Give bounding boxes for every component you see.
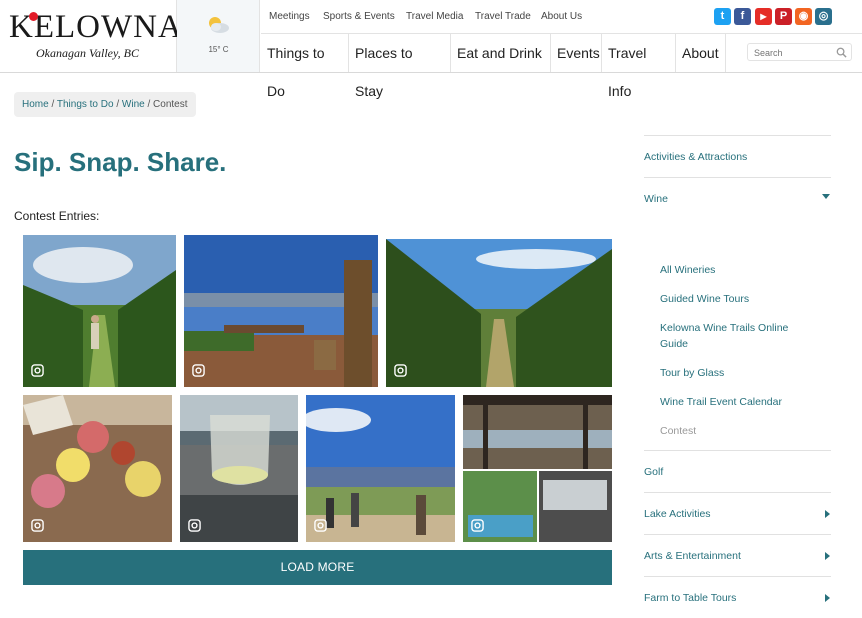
sidebar-nav: Activities & Attractions Wine All Wineri… [644, 135, 831, 618]
sidebar-sub-wine-trails-guide[interactable]: Kelowna Wine Trails Online Guide [660, 320, 810, 352]
contest-entries-label: Contest Entries: [14, 209, 100, 223]
contest-entry-photo[interactable] [180, 395, 298, 542]
utility-nav: Meetings Sports & Events Travel Media Tr… [261, 0, 862, 34]
sidebar-item-arts-entertainment[interactable]: Arts & Entertainment [644, 534, 831, 576]
chevron-right-icon[interactable] [825, 552, 830, 560]
weather-widget: 15° C [177, 0, 260, 72]
vineyard-path-image [23, 235, 176, 387]
sidebar-sub-guided-wine-tours[interactable]: Guided Wine Tours [660, 291, 810, 307]
logo-tagline: Okanagan Valley, BC [36, 46, 139, 60]
lake-patio-image [184, 235, 378, 387]
instagram-icon [31, 519, 44, 532]
partly-cloudy-icon [209, 17, 229, 33]
nav-travel-info[interactable]: Travel Info [602, 34, 676, 99]
sidebar-item-farm-to-table[interactable]: Farm to Table Tours [644, 576, 831, 618]
contest-entry-photo[interactable] [386, 239, 612, 387]
chevron-down-icon[interactable] [822, 194, 830, 199]
breadcrumb-wine[interactable]: Wine [122, 99, 145, 110]
winery-collage-image [463, 395, 612, 542]
breadcrumb-things-to-do[interactable]: Things to Do [57, 99, 114, 110]
sidebar-item-label: Lake Activities [644, 508, 711, 520]
nav-places-to-stay[interactable]: Places to Stay [349, 34, 451, 99]
vineyard-rows-image [386, 239, 612, 387]
breadcrumb-separator: / [147, 99, 151, 110]
nav-things-to-do[interactable]: Things to Do [261, 34, 349, 99]
sidebar-item-label: Activities & Attractions [644, 151, 748, 163]
rss-icon[interactable]: ◉ [795, 8, 812, 25]
twitter-icon[interactable]: t [714, 8, 731, 25]
sidebar-item-lake-activities[interactable]: Lake Activities [644, 492, 831, 534]
main-nav: Things to Do Places to Stay Eat and Drin… [261, 34, 862, 99]
weather-temperature: 15° C [208, 45, 229, 54]
logo-dot-icon [29, 12, 38, 21]
instagram-icon [314, 519, 327, 532]
instagram-icon [192, 364, 205, 377]
load-more-button[interactable]: LOAD MORE [23, 550, 612, 585]
instagram-icon[interactable]: ◎ [815, 8, 832, 25]
page-title: Sip. Snap. Share. [14, 147, 227, 177]
breadcrumb-separator: / [116, 99, 120, 110]
instagram-icon [471, 519, 484, 532]
pinterest-icon[interactable]: P [775, 8, 792, 25]
sidebar-item-label: Wine [644, 193, 668, 205]
search-icon[interactable] [836, 47, 847, 58]
chevron-right-icon[interactable] [825, 510, 830, 518]
lake-view-friends-image [306, 395, 455, 542]
contest-entry-photo[interactable] [463, 395, 612, 542]
sidebar-sub-wine-trail-calendar[interactable]: Wine Trail Event Calendar [660, 394, 810, 410]
sidebar-sub-tour-by-glass[interactable]: Tour by Glass [660, 365, 810, 381]
contest-entry-photo[interactable] [23, 395, 172, 542]
sidebar-item-label: Golf [644, 466, 664, 478]
sidebar-sub-contest: Contest [660, 425, 697, 437]
contest-entry-photo[interactable] [184, 235, 378, 387]
nav-about[interactable]: About [676, 34, 726, 72]
sidebar-item-activities[interactable]: Activities & Attractions [644, 135, 831, 177]
sidebar-item-wine[interactable]: Wine All Wineries Guided Wine Tours Kelo… [644, 177, 831, 437]
instagram-icon [188, 519, 201, 532]
wine-flight-image [23, 395, 172, 542]
search-box [747, 43, 852, 61]
nav-meetings[interactable]: Meetings [269, 11, 310, 22]
sidebar-item-label: Arts & Entertainment [644, 550, 741, 562]
sidebar-item-golf[interactable]: Golf [644, 450, 831, 492]
nav-events[interactable]: Events [551, 34, 602, 72]
nav-sports-events[interactable]: Sports & Events [323, 11, 395, 22]
nav-eat-and-drink[interactable]: Eat and Drink [451, 34, 551, 72]
instagram-icon [31, 364, 44, 377]
nav-travel-trade[interactable]: Travel Trade [475, 11, 531, 22]
nav-about-us[interactable]: About Us [541, 11, 582, 22]
site-logo[interactable]: KELOWNA Okanagan Valley, BC [0, 0, 182, 72]
chevron-right-icon[interactable] [825, 594, 830, 602]
search-input[interactable] [754, 46, 834, 59]
instagram-icon [394, 364, 407, 377]
breadcrumb-separator: / [51, 99, 55, 110]
youtube-icon[interactable]: ▶ [755, 8, 772, 25]
contest-entry-photo[interactable] [23, 235, 176, 387]
breadcrumb-home[interactable]: Home [22, 99, 49, 110]
sidebar-sub-all-wineries[interactable]: All Wineries [660, 262, 810, 278]
contest-entry-photo[interactable] [306, 395, 455, 542]
site-header: KELOWNA Okanagan Valley, BC 15° C Meetin… [0, 0, 862, 99]
facebook-icon[interactable]: f [734, 8, 751, 25]
nav-travel-media[interactable]: Travel Media [406, 11, 463, 22]
breadcrumb: Home / Things to Do / Wine / Contest [14, 92, 196, 117]
breadcrumb-current: Contest [153, 99, 188, 110]
